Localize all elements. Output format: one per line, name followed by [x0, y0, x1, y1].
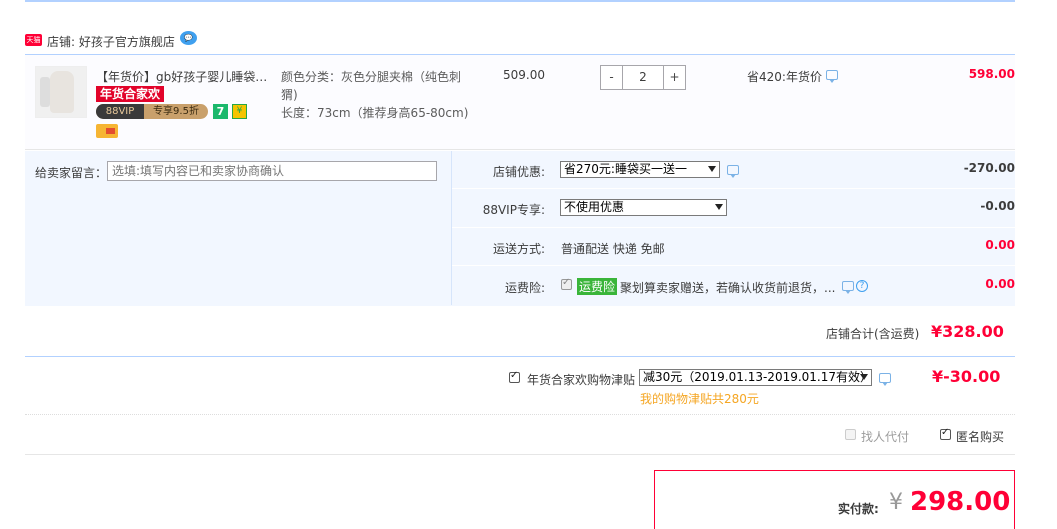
promo-tag: 年货合家欢: [96, 86, 165, 102]
jintie-select[interactable]: 减30元（2019.01.13-2019.01.17有效）: [639, 369, 872, 386]
credit-card-icon: [96, 124, 118, 138]
jintie-note: 我的购物津贴共280元: [640, 392, 759, 406]
vip-badge-label: 88VIP: [96, 104, 144, 119]
shop-total-label: 店铺合计(含运费): [826, 327, 920, 341]
shop-name[interactable]: 店铺: 好孩子官方旗舰店: [47, 33, 175, 50]
jintie-checkbox[interactable]: [509, 370, 520, 383]
qty-plus-button[interactable]: +: [663, 66, 685, 89]
shop-total-value: ¥328.00: [931, 322, 1004, 341]
anonymous-checkbox[interactable]: [940, 427, 951, 440]
chat-icon[interactable]: [826, 70, 838, 83]
vip-discount-badge: 88VIP 专享9.5折: [96, 104, 208, 119]
anonymous-label[interactable]: 匿名购买: [956, 428, 1004, 445]
savings-text: 省420:年货价: [747, 70, 822, 84]
divider: [25, 356, 1015, 357]
attr-color: 颜色分类：灰色分腿夹棉（纯色刺猬): [281, 70, 462, 102]
help-icon[interactable]: ?: [856, 280, 868, 292]
item-total: 598.00: [968, 67, 1015, 81]
memo-label: 给卖家留言：: [35, 166, 108, 180]
product-thumbnail[interactable]: [35, 66, 87, 118]
jintie-amount: ¥-30.00: [932, 367, 1001, 386]
attr-length: 长度：73cm（推荐身高65-80cm): [281, 106, 469, 120]
seven-day-return-icon: 7: [213, 104, 228, 119]
chat-icon[interactable]: [727, 165, 739, 178]
insurance-description: 聚划算卖家赠送，若确认收货前退货，...: [620, 281, 835, 295]
qty-minus-button[interactable]: -: [601, 66, 623, 89]
vip-label: 88VIP专享:: [482, 203, 545, 217]
shipping-label: 运送方式:: [492, 242, 545, 256]
vip-amount: -0.00: [980, 199, 1015, 213]
product-title[interactable]: 【年货价】gb好孩子婴儿睡袋宝宝纯棉: [96, 68, 276, 85]
row-divider: [452, 265, 1015, 266]
guarantee-icon: ¥: [232, 104, 247, 119]
seller-memo-input[interactable]: [107, 161, 437, 181]
daifu-label[interactable]: 找人代付: [861, 428, 909, 445]
tmall-badge: 天猫: [25, 34, 42, 46]
shipping-amount: 0.00: [985, 238, 1015, 252]
insurance-label: 运费险:: [504, 281, 545, 295]
qty-input[interactable]: 2: [623, 66, 663, 89]
chevron-down-icon: [715, 204, 723, 210]
shop-discount-label: 店铺优惠:: [492, 165, 545, 179]
insurance-tag: 运费险: [577, 278, 618, 295]
wangwang-chat-icon[interactable]: 💬: [180, 31, 197, 45]
shipping-method: 普通配送 快递 免邮: [561, 242, 665, 256]
product-attributes: 颜色分类：灰色分腿夹棉（纯色刺猬) 长度：73cm（推荐身高65-80cm): [281, 68, 471, 122]
insurance-amount: 0.00: [985, 277, 1015, 291]
chat-icon[interactable]: [842, 281, 854, 294]
chevron-down-icon: [708, 166, 716, 172]
top-border: [25, 0, 1015, 2]
shop-discount-select-value: 省270元:睡袋买一送一: [564, 162, 687, 176]
vip-badge-discount: 专享9.5折: [153, 106, 199, 117]
row-divider: [452, 227, 1015, 228]
pay-currency: ¥: [889, 490, 903, 515]
chat-icon[interactable]: [879, 373, 891, 386]
chevron-down-icon: [860, 374, 868, 380]
quantity-stepper: - 2 +: [600, 65, 686, 90]
row-divider: [452, 188, 1015, 189]
unit-price: 509.00: [503, 68, 545, 82]
divider: [25, 414, 1015, 415]
divider: [25, 454, 1015, 455]
vip-select-value: 不使用优惠: [564, 200, 625, 214]
vip-discount-select[interactable]: 不使用优惠: [560, 199, 727, 216]
jintie-select-value: 减30元（2019.01.13-2019.01.17有效）: [643, 370, 873, 384]
pay-label: 实付款:: [838, 502, 879, 516]
jintie-label: 年货合家欢购物津贴: [527, 373, 636, 387]
pay-amount: 298.00: [910, 487, 1011, 517]
shop-discount-amount: -270.00: [963, 161, 1015, 175]
daifu-checkbox[interactable]: [845, 429, 856, 440]
shop-discount-select[interactable]: 省270元:睡袋买一送一: [560, 161, 720, 178]
insurance-checkbox[interactable]: [561, 277, 572, 290]
